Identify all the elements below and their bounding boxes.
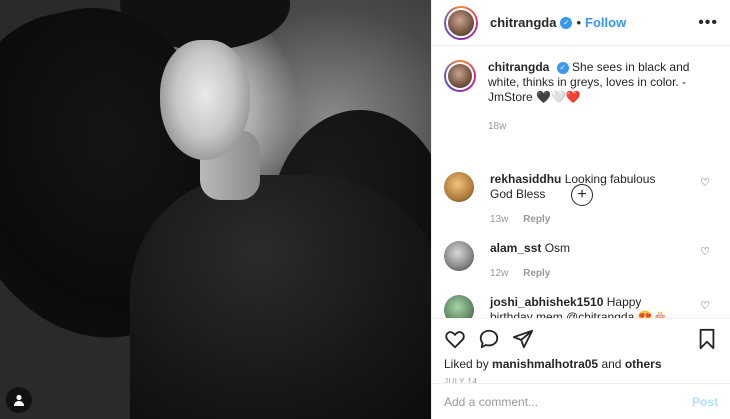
comment-body: joshi_abhishek1510 Happy birthday mem @c… [490, 295, 680, 318]
list-item: joshi_abhishek1510 Happy birthday mem @c… [444, 295, 718, 318]
caption-time: 18w [488, 121, 507, 132]
comment-time: 13w [490, 214, 509, 225]
comment-bubble-icon[interactable] [478, 328, 500, 350]
comment-like-icon[interactable]: ♡ [700, 299, 710, 312]
likes-user[interactable]: manishmalhotra05 [492, 357, 598, 371]
comment-body: rekhasiddhu Looking fabulous God Bless 1… [490, 172, 680, 227]
avatar[interactable] [444, 241, 474, 271]
photo-body [130, 175, 431, 419]
bookmark-icon[interactable] [696, 328, 718, 350]
comment-username[interactable]: alam_sst [490, 241, 541, 255]
likes-line: Liked by manishmalhotra05 and others [444, 357, 718, 371]
comment-body: alam_sst Osm 12w Reply [490, 241, 680, 281]
post-comment-button[interactable]: Post [692, 395, 718, 409]
share-send-icon[interactable] [512, 328, 534, 350]
reply-button[interactable]: Reply [523, 214, 550, 225]
caption-text-block: chitrangda ✓ She sees in black and white… [488, 60, 698, 134]
comment-input[interactable] [444, 394, 692, 409]
verified-badge-icon: ✓ [560, 16, 573, 29]
follow-button[interactable]: Follow [585, 15, 626, 30]
avatar[interactable] [444, 5, 478, 40]
comment-like-icon[interactable]: ♡ [700, 176, 710, 189]
tagged-user-icon[interactable] [6, 387, 32, 413]
post-photo[interactable] [0, 0, 431, 419]
avatar[interactable] [444, 172, 474, 202]
likes-joiner: and [601, 357, 622, 371]
more-options-icon[interactable]: ••• [698, 14, 718, 32]
post-header: chitrangda ✓ • Follow ••• [432, 0, 730, 46]
post-sidebar: chitrangda ✓ • Follow ••• chitrangda ✓ S… [431, 0, 730, 419]
comment-meta: 12w Reply [490, 266, 680, 281]
comment-time: 12w [490, 268, 509, 279]
add-comment-bar: Post [432, 383, 730, 419]
list-item: alam_sst Osm 12w Reply ♡ [444, 241, 718, 281]
list-item: rekhasiddhu Looking fabulous God Bless 1… [444, 172, 718, 227]
comment-username[interactable]: rekhasiddhu [490, 172, 561, 186]
comments-list[interactable]: chitrangda ✓ She sees in black and white… [432, 46, 730, 318]
caption: chitrangda ✓ She sees in black and white… [444, 60, 718, 134]
avatar[interactable] [444, 295, 474, 318]
verified-badge-icon: ✓ [556, 61, 569, 74]
comment-username[interactable]: joshi_abhishek1510 [490, 295, 603, 309]
action-icons [444, 325, 718, 353]
header-username[interactable]: chitrangda [490, 15, 556, 30]
caption-avatar[interactable] [444, 60, 476, 92]
comment-like-icon[interactable]: ♡ [700, 245, 710, 258]
photo-face [160, 40, 250, 160]
caption-username[interactable]: chitrangda [488, 60, 549, 74]
likes-prefix: Liked by [444, 357, 489, 371]
comment-meta: 13w Reply [490, 212, 680, 227]
like-heart-icon[interactable] [444, 328, 466, 350]
separator-dot: • [576, 15, 582, 30]
comment-text: Osm [544, 241, 571, 255]
likes-others[interactable]: others [625, 357, 662, 371]
reply-button[interactable]: Reply [523, 268, 550, 279]
